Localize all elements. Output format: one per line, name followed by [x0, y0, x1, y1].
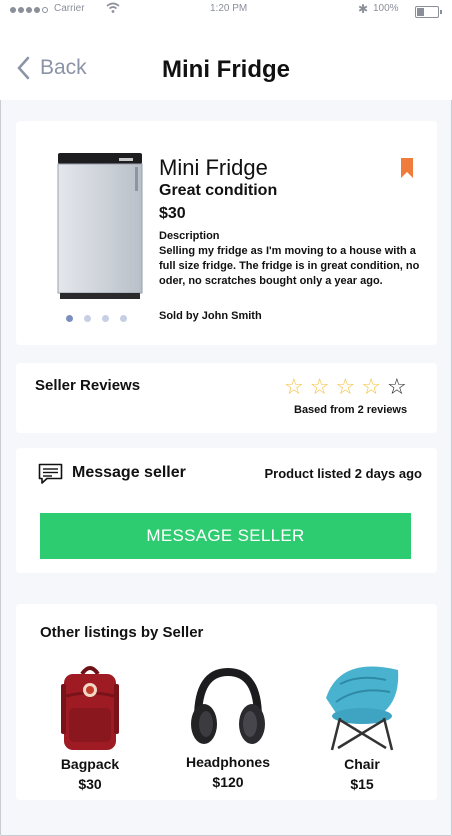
- status-bar: Carrier 1:20 PM ✱ 100%: [0, 0, 452, 22]
- product-image[interactable]: [57, 153, 143, 299]
- product-title: Mini Fridge: [159, 155, 268, 180]
- pager-dot[interactable]: [66, 315, 73, 322]
- message-card: Message seller Product listed 2 days ago…: [16, 448, 437, 573]
- product-description: Selling my fridge as I'm moving to a hou…: [159, 245, 420, 287]
- other-listings-card: Other listings by Seller Bagpack $30 Hea…: [16, 604, 437, 800]
- backpack-image: [61, 666, 119, 750]
- star-icon[interactable]: ☆: [335, 376, 355, 398]
- rating-stars[interactable]: ☆ ☆ ☆ ☆ ☆: [284, 376, 407, 398]
- nav-bar: Back Mini Fridge: [0, 22, 452, 100]
- page-title: Mini Fridge: [162, 56, 290, 83]
- listing-price: $15: [350, 776, 374, 792]
- pager-dot[interactable]: [102, 315, 109, 322]
- seller-name[interactable]: Sold by John Smith: [159, 310, 262, 322]
- listing-item-chair[interactable]: Chair $15: [302, 656, 422, 792]
- seller-reviews-card: Seller Reviews ☆ ☆ ☆ ☆ ☆ Based from 2 re…: [16, 363, 437, 433]
- star-icon[interactable]: ☆: [310, 376, 330, 398]
- battery-icon: [415, 6, 442, 18]
- product-card: Mini Fridge Great condition $30 Descript…: [16, 121, 437, 345]
- image-pager[interactable]: [66, 315, 127, 322]
- listing-price: $120: [212, 774, 244, 790]
- chair-image: [326, 666, 399, 751]
- signal-icon: [10, 7, 48, 13]
- clock-label: 1:20 PM: [210, 3, 248, 14]
- star-icon[interactable]: ☆: [387, 376, 407, 398]
- pager-dot[interactable]: [84, 315, 91, 322]
- headphones-image: [191, 667, 265, 744]
- description-label: Description: [159, 230, 220, 242]
- listed-date: Product listed 2 days ago: [264, 466, 423, 481]
- product-price: $30: [159, 205, 186, 222]
- bluetooth-icon: ✱: [358, 2, 369, 16]
- battery-percent: 100%: [373, 3, 399, 14]
- message-seller-button[interactable]: MESSAGE SELLER: [40, 513, 411, 559]
- bookmark-icon[interactable]: [401, 158, 413, 178]
- wifi-icon: [106, 2, 120, 17]
- star-icon[interactable]: ☆: [284, 376, 304, 398]
- listing-price: $30: [78, 776, 102, 792]
- star-icon[interactable]: ☆: [361, 376, 381, 398]
- carrier-label: Carrier: [54, 3, 85, 14]
- listing-name: Chair: [344, 756, 380, 772]
- listing-name: Bagpack: [60, 756, 120, 772]
- product-condition: Great condition: [159, 182, 278, 199]
- message-seller-link[interactable]: Message seller: [72, 464, 186, 482]
- reviews-count: Based from 2 reviews: [294, 404, 408, 416]
- listing-item-bagpack[interactable]: Bagpack $30: [30, 656, 150, 792]
- reviews-title: Seller Reviews: [35, 377, 141, 394]
- chat-bubble-icon[interactable]: [38, 463, 63, 485]
- listing-item-headphones[interactable]: Headphones $120: [168, 656, 288, 790]
- pager-dot[interactable]: [120, 315, 127, 322]
- listing-name: Headphones: [185, 754, 270, 770]
- other-listings-title: Other listings by Seller: [40, 624, 204, 641]
